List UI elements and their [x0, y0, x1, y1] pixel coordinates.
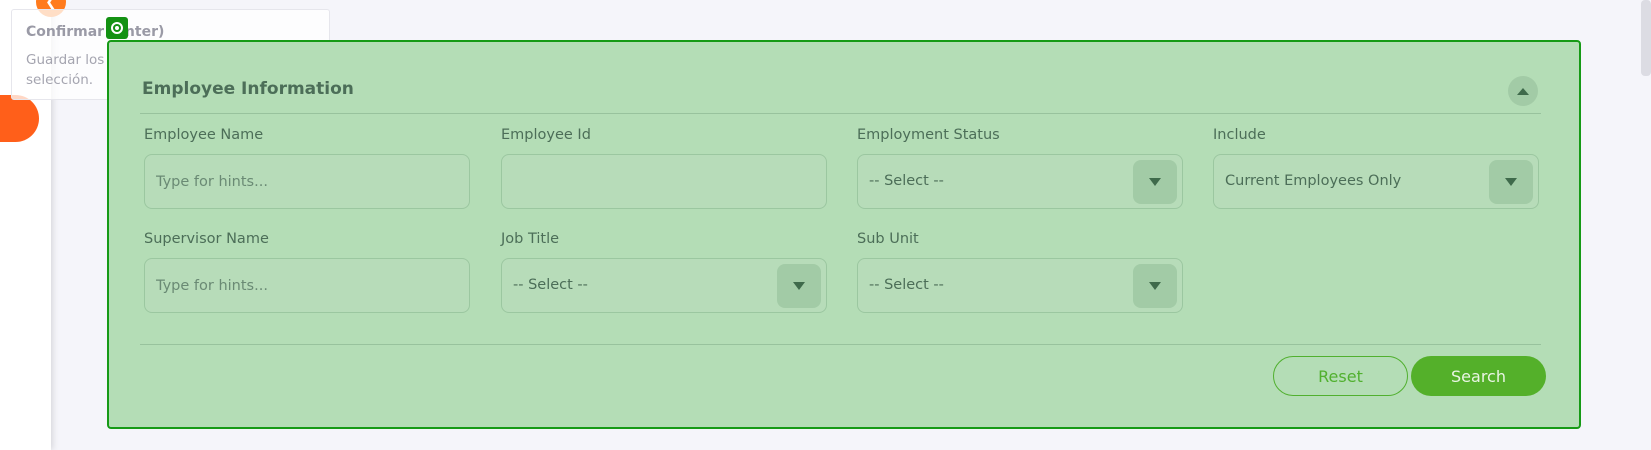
employee-name-input[interactable]: [156, 155, 456, 208]
section-title: Employee Information: [142, 79, 354, 99]
reset-button[interactable]: Reset: [1273, 356, 1408, 396]
sub-unit-select[interactable]: -- Select --: [857, 258, 1183, 313]
caret-down-icon: [1149, 178, 1161, 186]
search-button[interactable]: Search: [1411, 356, 1546, 396]
include-value: Current Employees Only: [1225, 173, 1402, 189]
header-divider: [140, 113, 1541, 114]
sub-unit-label: Sub Unit: [857, 231, 919, 247]
collapse-section-button[interactable]: [1508, 76, 1538, 106]
supervisor-name-input[interactable]: [156, 259, 456, 312]
employee-id-input[interactable]: [513, 155, 813, 208]
employee-id-label: Employee Id: [501, 127, 591, 143]
job-title-dropdown-button[interactable]: [777, 264, 821, 308]
job-title-select[interactable]: -- Select --: [501, 258, 827, 313]
caret-down-icon: [1505, 178, 1517, 186]
sub-unit-dropdown-button[interactable]: [1133, 264, 1177, 308]
job-title-value: -- Select --: [513, 277, 588, 293]
employee-id-field[interactable]: [501, 154, 827, 209]
caret-up-icon: [1517, 87, 1529, 95]
scrollbar-thumb[interactable]: [1641, 0, 1651, 76]
sub-unit-value: -- Select --: [869, 277, 944, 293]
sidebar-active-tab[interactable]: [0, 95, 39, 142]
tooltip-title: Confirmar (Enter): [26, 24, 165, 40]
employment-status-select[interactable]: -- Select --: [857, 154, 1183, 209]
supervisor-name-label: Supervisor Name: [144, 231, 269, 247]
actions-divider: [140, 344, 1541, 345]
employee-name-label: Employee Name: [144, 127, 264, 143]
employee-name-field[interactable]: [144, 154, 470, 209]
supervisor-name-field[interactable]: [144, 258, 470, 313]
employment-status-dropdown-button[interactable]: [1133, 160, 1177, 204]
include-label: Include: [1213, 127, 1266, 143]
caret-down-icon: [1149, 282, 1161, 290]
include-dropdown-button[interactable]: [1489, 160, 1533, 204]
job-title-label: Job Title: [501, 231, 560, 247]
include-select[interactable]: Current Employees Only: [1213, 154, 1539, 209]
target-icon: [106, 17, 128, 39]
caret-down-icon: [793, 282, 805, 290]
employment-status-label: Employment Status: [857, 127, 1000, 143]
employment-status-value: -- Select --: [869, 173, 944, 189]
